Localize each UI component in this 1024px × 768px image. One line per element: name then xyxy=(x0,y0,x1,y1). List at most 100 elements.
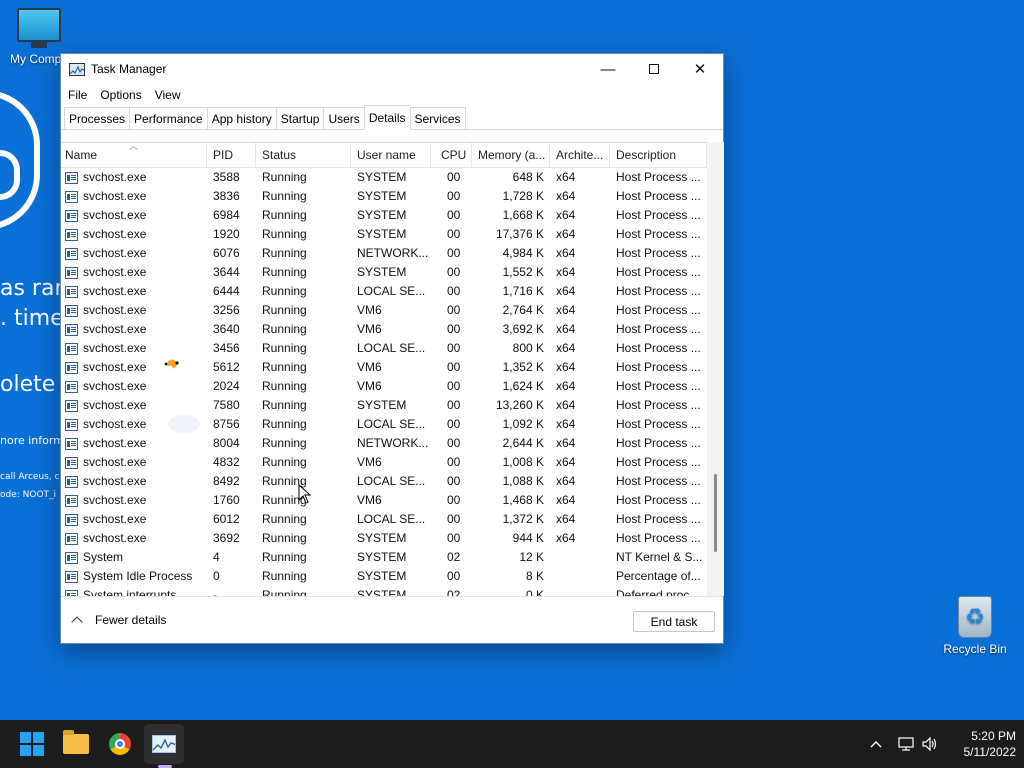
desktop-background-art: as ran . time olete nore inform call Arc… xyxy=(0,0,60,720)
table-row[interactable]: svchost.exe 6984 Running SYSTEM 00 1,668 K x64… xyxy=(61,206,707,225)
column-header-memory[interactable]: Memory (a... xyxy=(472,143,550,168)
table-row[interactable]: svchost.exe 8492 Running LOCAL SE... 00 1,088… xyxy=(61,472,707,491)
process-name: svchost.exe xyxy=(83,436,147,450)
cell-status: Running xyxy=(262,284,307,298)
cell-status: Running xyxy=(262,265,307,279)
tab-services[interactable]: Services xyxy=(409,107,466,129)
table-row[interactable]: svchost.exe 3640 Running VM6 00 3,692 K x64 Hos… xyxy=(61,320,707,339)
start-button[interactable] xyxy=(12,724,52,764)
menu-file[interactable]: File xyxy=(68,88,87,102)
system-clock[interactable]: 5:20 PM 5/11/2022 xyxy=(940,728,1017,760)
cell-pid: 1920 xyxy=(213,227,240,241)
taskbar-file-explorer[interactable] xyxy=(56,724,96,764)
fewer-details-link[interactable]: Fewer details xyxy=(71,613,166,628)
cell-user-name: SYSTEM xyxy=(357,189,407,203)
table-row[interactable]: svchost.exe 3588 Running SYSTEM 00 648 K x64 Ho… xyxy=(61,168,707,187)
tab-details[interactable]: Details xyxy=(363,105,410,130)
table-row[interactable]: svchost.exe 1920 Running SYSTEM 00 17,376 K x6… xyxy=(61,225,707,244)
table-row[interactable]: svchost.exe 7580 Running SYSTEM 00 13,260 K x6… xyxy=(61,396,707,415)
table-row[interactable]: svchost.exe 1760 Running VM6 00 1,468 Kx64 Hos… xyxy=(61,491,707,510)
cell-cpu: 00 xyxy=(447,512,461,526)
table-row[interactable]: svchost.exe 2024 Running VM6 00 1,624 K x64 Hos… xyxy=(61,377,707,396)
cell-memory: 3,692 K xyxy=(502,322,544,336)
cell-architecture: x64 xyxy=(556,227,576,241)
process-name: svchost.exe xyxy=(83,493,147,507)
menu-view[interactable]: View xyxy=(155,88,181,102)
cell-description: Host Process ... xyxy=(616,208,701,222)
cell-pid: 2024 xyxy=(213,379,240,393)
cell-cpu: 00 xyxy=(447,303,461,317)
tab-performance[interactable]: Performance xyxy=(129,107,207,129)
column-header-user-name[interactable]: User name xyxy=(351,143,431,168)
cell-cpu: 00 xyxy=(447,170,461,184)
table-row[interactable]: svchost.exe 5612 Running VM6 00 1,352 K x64 Hos… xyxy=(61,358,707,377)
process-name: svchost.exe xyxy=(83,189,147,203)
volume-tray-button[interactable] xyxy=(922,720,938,768)
column-header-status[interactable]: Status xyxy=(256,143,351,168)
cell-architecture: x64 xyxy=(556,170,576,184)
process-icon xyxy=(65,399,78,412)
scrollbar-thumb[interactable] xyxy=(714,474,717,552)
cell-cpu: 00 xyxy=(447,398,461,412)
table-row[interactable]: svchost.exe 3836 Running SYSTEM 00 1,728 K x64… xyxy=(61,187,707,206)
table-row[interactable]: svchost.exe 6076 Running NETWORK... 00 4,984 … xyxy=(61,244,707,263)
column-header-pid[interactable]: PID xyxy=(207,143,256,168)
cell-status: Running xyxy=(262,512,307,526)
tab-users[interactable]: Users xyxy=(323,107,364,129)
table-row[interactable]: svchost.exe 8004 Running NETWORK... 00 2,644 … xyxy=(61,434,707,453)
process-name: svchost.exe xyxy=(83,398,147,412)
column-header-cpu[interactable]: CPU xyxy=(431,143,472,168)
minimize-button[interactable]: — xyxy=(585,54,631,84)
table-row[interactable]: svchost.exe 3256 Running VM6 00 2,764 K x64 Hos… xyxy=(61,301,707,320)
cell-pid: 7580 xyxy=(213,398,240,412)
table-row[interactable]: svchost.exe 6444 Running LOCAL SE... 00 1,716… xyxy=(61,282,707,301)
table-row[interactable]: System 4 Running SYSTEM 02 12 K NT Kernel & S.… xyxy=(61,548,707,567)
title-bar[interactable]: Task Manager — ✕ xyxy=(61,54,723,84)
process-icon xyxy=(65,342,78,355)
end-task-button[interactable]: End task xyxy=(633,611,715,632)
process-name: System xyxy=(83,550,124,564)
network-tray-button[interactable] xyxy=(898,720,914,768)
cell-architecture: x64 xyxy=(556,493,576,507)
cell-memory: 1,468 K xyxy=(502,493,544,507)
desktop-icon-recycle-bin[interactable]: ♻ Recycle Bin xyxy=(940,596,1010,656)
table-row[interactable]: System Idle Process 0 Running SYSTEM 00 8 K Pe… xyxy=(61,567,707,586)
column-header-description[interactable]: Description xyxy=(610,143,707,168)
cell-pid: 1760 xyxy=(213,493,240,507)
table-row[interactable]: svchost.exe 6012 Running LOCAL SE... 00 1,372… xyxy=(61,510,707,529)
taskbar-chrome[interactable] xyxy=(100,724,140,764)
cell-name: svchost.exe xyxy=(61,244,207,263)
cell-pid: - xyxy=(213,588,217,596)
cell-pid: 8756 xyxy=(213,417,240,431)
tab-startup[interactable]: Startup xyxy=(275,107,324,129)
menu-options[interactable]: Options xyxy=(100,88,141,102)
process-name: System Idle Process xyxy=(83,569,193,583)
vertical-scrollbar[interactable] xyxy=(707,142,724,596)
cell-cpu: 00 xyxy=(447,246,461,260)
process-name: svchost.exe xyxy=(83,208,147,222)
show-hidden-icons-button[interactable] xyxy=(870,720,882,768)
table-row[interactable]: svchost.exe 3644 Running SYSTEM 00 1,552 K x64… xyxy=(61,263,707,282)
table-row[interactable]: System interrupts - Running SYSTEM 02 0 K Defe… xyxy=(61,586,707,596)
process-icon xyxy=(65,285,78,298)
taskbar-task-manager[interactable] xyxy=(144,724,184,764)
cell-name: svchost.exe xyxy=(61,282,207,301)
tab-processes[interactable]: Processes xyxy=(64,107,130,129)
table-row[interactable]: svchost.exe 3456 Running LOCAL SE... 00 800 K… xyxy=(61,339,707,358)
process-name: svchost.exe xyxy=(83,322,147,336)
cell-memory: 2,764 K xyxy=(502,303,544,317)
tab-app-history[interactable]: App history xyxy=(206,107,276,129)
table-row[interactable]: svchost.exe 3692 Running SYSTEM 00 944 K x64 Ho… xyxy=(61,529,707,548)
maximize-button[interactable] xyxy=(631,54,677,84)
cell-description: Host Process ... xyxy=(616,170,701,184)
desktop-icon-label: Recycle Bin xyxy=(943,642,1007,656)
cell-name: svchost.exe xyxy=(61,301,207,320)
table-row[interactable]: svchost.exe 4832 Running VM6 00 1,008 K x64 Hos… xyxy=(61,453,707,472)
close-button[interactable]: ✕ xyxy=(677,54,723,84)
table-row[interactable]: svchost.exe 8756 Running LOCAL SE... 00 1,092… xyxy=(61,415,707,434)
cell-user-name: VM6 xyxy=(357,303,382,317)
cell-architecture: x64 xyxy=(556,531,576,545)
column-header-architecture[interactable]: Archite... xyxy=(550,143,610,168)
cell-user-name: SYSTEM xyxy=(357,398,407,412)
cell-user-name: NETWORK... xyxy=(357,246,429,260)
